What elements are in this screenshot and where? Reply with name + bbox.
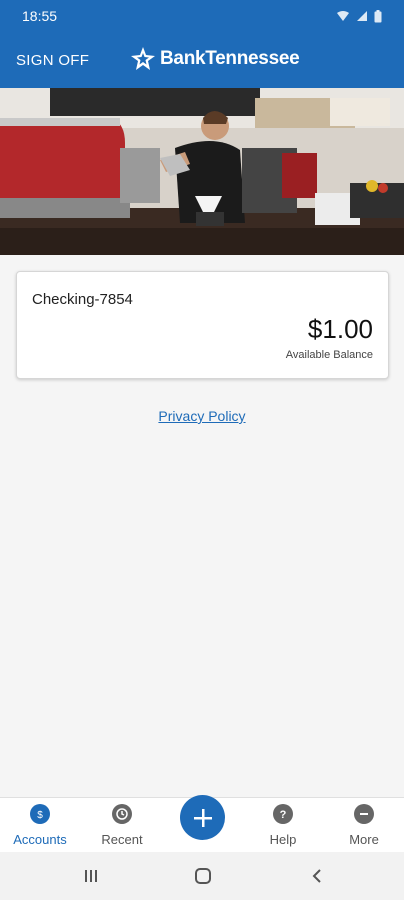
nav-accounts-label: Accounts	[13, 832, 67, 847]
help-icon: ?	[273, 804, 293, 824]
more-icon	[354, 804, 374, 824]
nav-more-label: More	[349, 832, 379, 847]
home-icon	[195, 868, 211, 884]
nav-accounts[interactable]: $ Accounts	[0, 798, 80, 853]
svg-text:$: $	[37, 810, 43, 821]
battery-icon	[374, 9, 382, 22]
status-time: 18:55	[22, 8, 58, 24]
hero-illustration	[0, 88, 404, 255]
brand-name: BankTennessee	[160, 48, 300, 69]
nav-help-label: Help	[269, 832, 297, 847]
signal-icon	[357, 11, 367, 21]
nav-recent[interactable]: Recent	[82, 798, 162, 853]
system-navigation-bar	[0, 852, 404, 900]
star-logo-icon	[131, 47, 155, 70]
status-bar: 18:55	[0, 0, 404, 32]
back-icon	[312, 869, 321, 883]
recent-apps-icon	[85, 870, 97, 882]
status-icons	[336, 9, 382, 23]
nav-more[interactable]: More	[324, 798, 404, 853]
svg-text:?: ?	[280, 809, 287, 821]
nav-recent-label: Recent	[101, 832, 143, 847]
account-balance: $1.00	[307, 314, 373, 344]
recent-apps-button[interactable]	[76, 864, 106, 888]
accounts-icon: $	[30, 804, 50, 824]
account-name: Checking-7854	[32, 291, 133, 308]
privacy-policy-link[interactable]: Privacy Policy	[0, 408, 404, 424]
add-button[interactable]	[180, 795, 225, 840]
sign-off-button[interactable]: SIGN OFF	[16, 52, 89, 69]
wifi-icon	[337, 11, 349, 21]
available-balance-label: Available Balance	[285, 349, 373, 361]
clock-icon	[112, 804, 132, 824]
hero-image	[0, 88, 404, 255]
plus-icon	[193, 808, 212, 827]
brand-logo: BankTennessee	[130, 44, 300, 74]
app-header: SIGN OFF BankTennessee	[0, 32, 404, 88]
nav-help[interactable]: ? Help	[243, 798, 323, 853]
back-button[interactable]	[302, 864, 332, 888]
account-card[interactable]: Checking-7854 $1.00 Available Balance	[16, 271, 389, 379]
home-button[interactable]	[188, 864, 218, 888]
